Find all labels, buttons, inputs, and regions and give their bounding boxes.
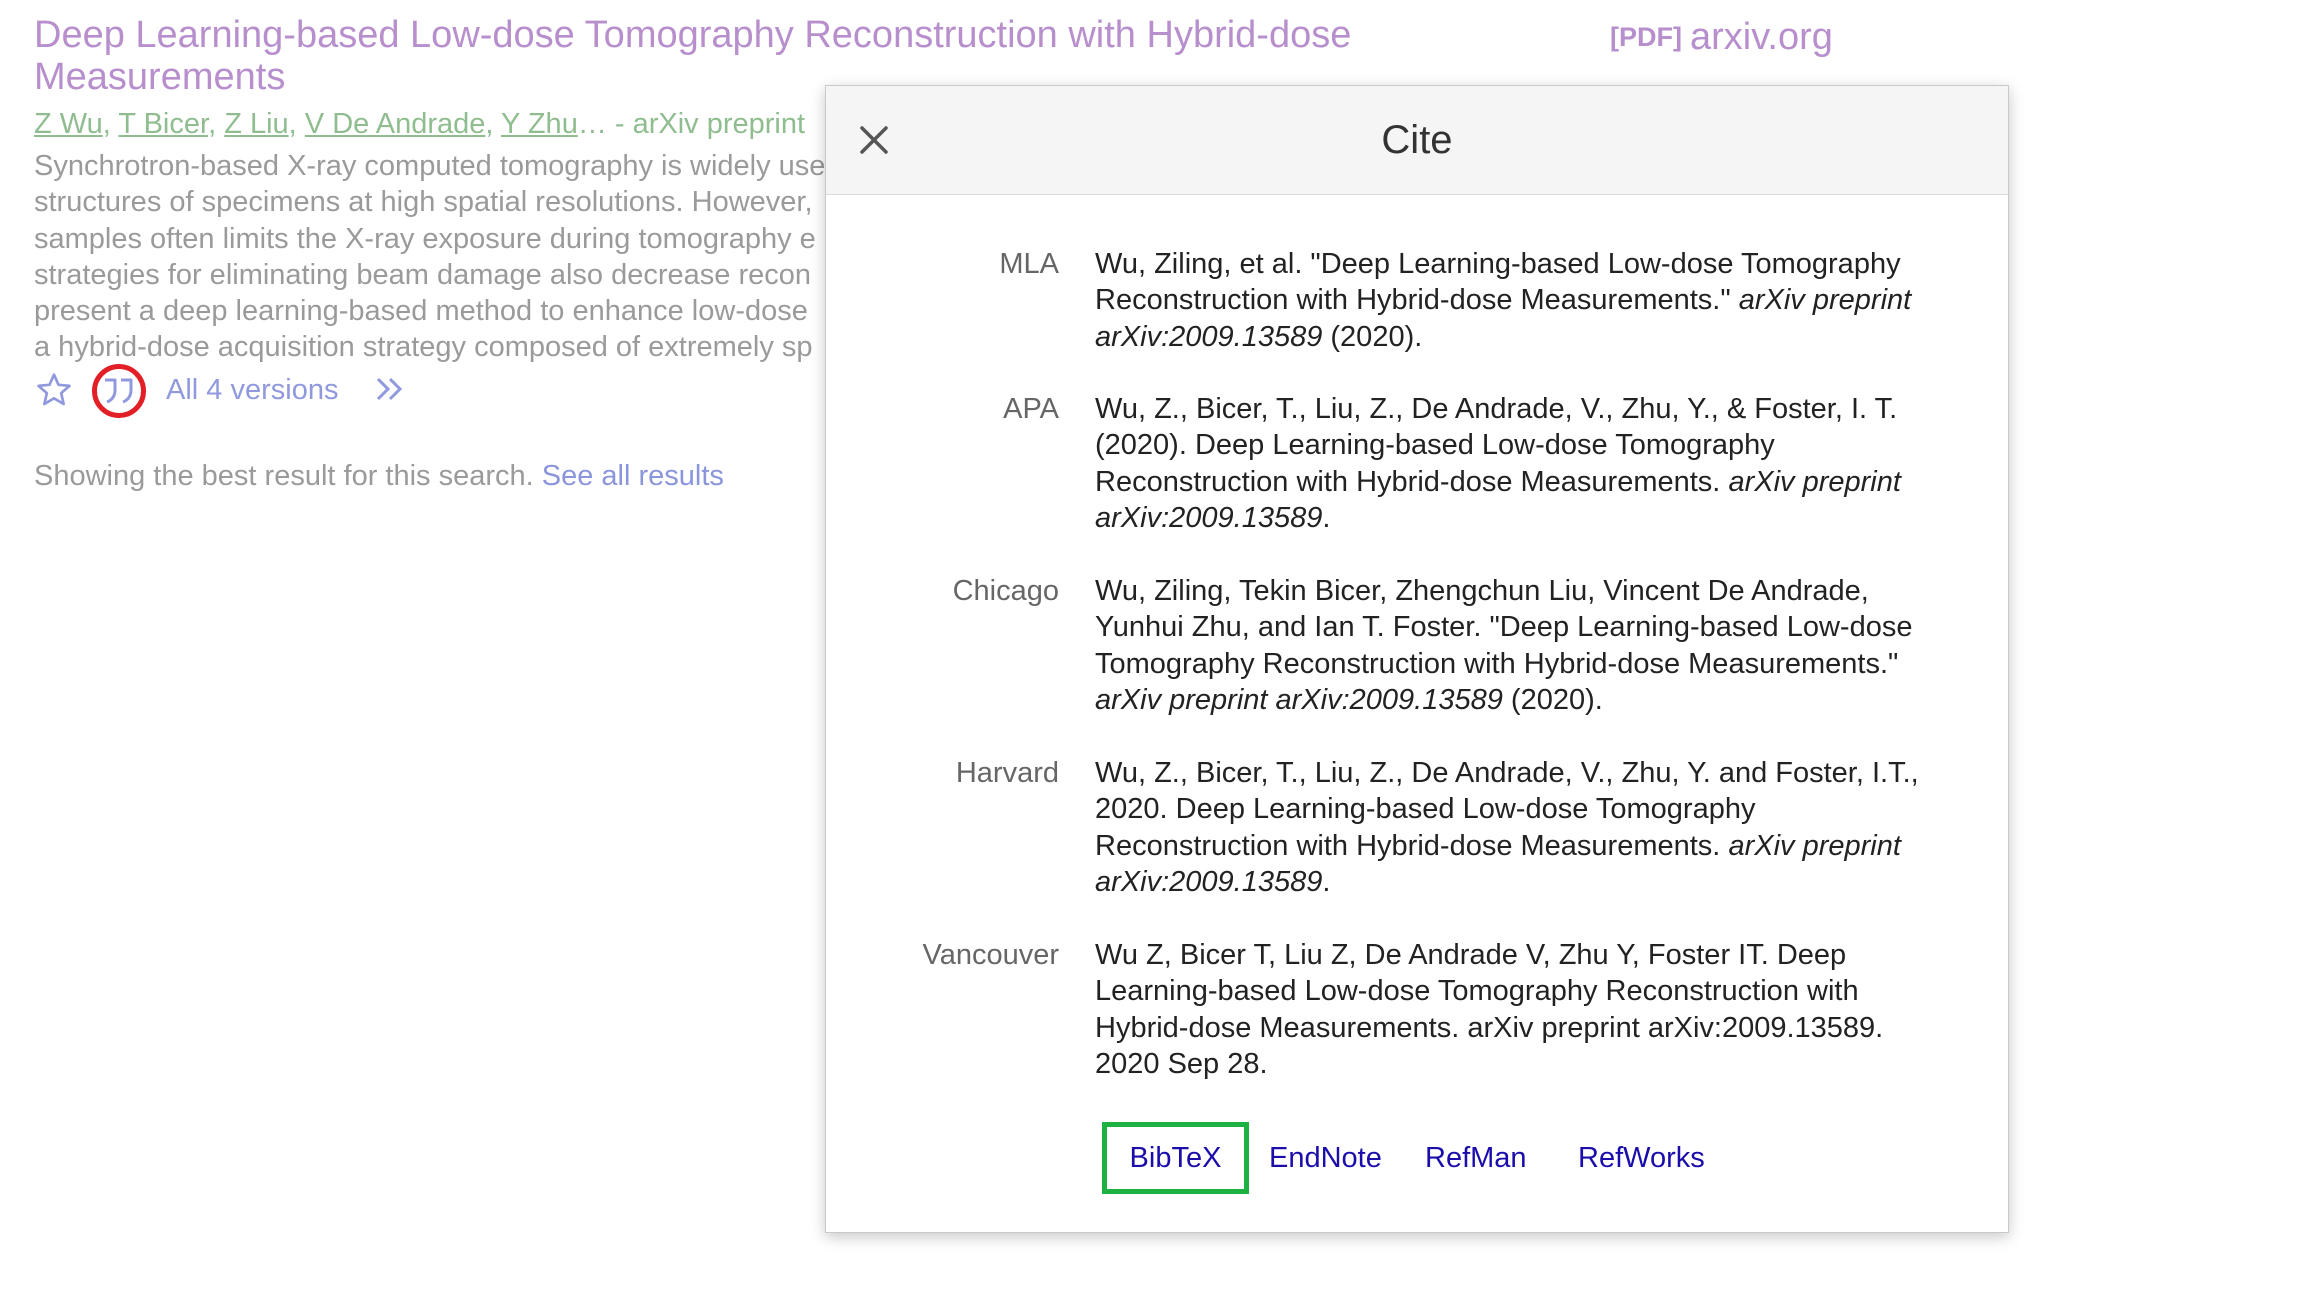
result-actions: All 4 versions xyxy=(34,364,834,418)
result-authors: Z Wu, T Bicer, Z Liu, V De Andrade, Y Zh… xyxy=(34,108,806,140)
star-icon xyxy=(37,373,71,406)
snippet-line: samples often limits the X-ray exposure … xyxy=(34,222,816,255)
related-articles-button[interactable] xyxy=(372,372,412,406)
snippet-line: strategies for eliminating beam damage a… xyxy=(34,258,811,291)
all-versions-link[interactable]: All 4 versions xyxy=(166,372,338,408)
citation-style-label: APA xyxy=(1003,393,1059,425)
citation-row-harvard: Harvard Wu, Z., Bicer, T., Liu, Z., De A… xyxy=(826,755,2008,937)
snippet-line: present a deep learning-based method to … xyxy=(34,295,808,328)
result-snippet: Synchrotron-based X-ray computed tomogra… xyxy=(34,148,829,366)
refworks-export-link[interactable]: RefWorks xyxy=(1578,1140,1705,1176)
citation-row-vancouver: Vancouver Wu Z, Bicer T, Liu Z, De Andra… xyxy=(826,937,2008,1119)
citation-row-apa: APA Wu, Z., Bicer, T., Liu, Z., De Andra… xyxy=(826,391,2008,573)
showing-best-result: Showing the best result for this search.… xyxy=(34,458,724,494)
snippet-line: Synchrotron-based X-ray computed tomogra… xyxy=(34,150,829,182)
citation-segment: (2020). xyxy=(1502,683,1603,716)
snippet-line: structures of specimens at high spatial … xyxy=(34,186,813,219)
author-link[interactable]: Z Wu xyxy=(34,108,103,140)
citation-text[interactable]: Wu, Z., Bicer, T., Liu, Z., De Andrade, … xyxy=(1095,755,1925,937)
double-chevron-icon xyxy=(376,377,403,401)
save-star-button[interactable] xyxy=(34,370,74,410)
citation-style-label: Harvard xyxy=(955,757,1059,789)
citation-segment: . xyxy=(1322,501,1331,534)
citation-row-chicago: Chicago Wu, Ziling, Tekin Bicer, Zhengch… xyxy=(826,573,2008,755)
cite-dialog-title: Cite xyxy=(1381,118,1453,162)
refman-export-link[interactable]: RefMan xyxy=(1425,1140,1527,1176)
quote-icon xyxy=(105,378,133,404)
citation-text[interactable]: Wu Z, Bicer T, Liu Z, De Andrade V, Zhu … xyxy=(1095,937,1925,1119)
citation-style-label: MLA xyxy=(999,248,1059,280)
citation-text[interactable]: Wu, Ziling, et al. "Deep Learning-based … xyxy=(1095,246,1925,391)
cite-button[interactable] xyxy=(92,364,146,418)
author-link[interactable]: V De Andrade xyxy=(305,108,486,140)
see-all-results-link[interactable]: See all results xyxy=(542,460,724,492)
citation-segment: (2020). xyxy=(1322,320,1423,353)
cite-dialog: Cite MLA Wu, Ziling, et al. "Deep Learni… xyxy=(825,85,2009,1233)
citation-style-label: Chicago xyxy=(952,575,1059,607)
cite-dialog-header: Cite xyxy=(826,86,2008,195)
citation-text[interactable]: Wu, Ziling, Tekin Bicer, Zhengchun Liu, … xyxy=(1095,573,1925,755)
author-link[interactable]: T Bicer xyxy=(118,108,208,140)
author-link[interactable]: Y Zhu xyxy=(501,108,578,140)
citation-segment: . xyxy=(1322,865,1331,898)
citation-segment: Wu, Ziling, Tekin Bicer, Zhengchun Liu, … xyxy=(1095,575,1913,680)
pdf-tag: [PDF] xyxy=(1610,22,1682,52)
citation-style-label: Vancouver xyxy=(922,939,1060,971)
citation-row-mla: MLA Wu, Ziling, et al. "Deep Learning-ba… xyxy=(826,246,2008,391)
pdf-source: arxiv.org xyxy=(1689,16,1833,58)
citation-segment: Wu Z, Bicer T, Liu Z, De Andrade V, Zhu … xyxy=(1095,939,1884,1080)
endnote-export-link[interactable]: EndNote xyxy=(1269,1140,1382,1176)
authors-suffix: … - arXiv preprint xyxy=(577,108,806,140)
citation-list: MLA Wu, Ziling, et al. "Deep Learning-ba… xyxy=(826,246,2008,1119)
citation-journal: arXiv preprint arXiv:2009.13589 xyxy=(1095,683,1503,716)
author-link[interactable]: Z Liu xyxy=(224,108,288,140)
showing-text: Showing the best result for this search. xyxy=(34,460,534,492)
citation-text[interactable]: Wu, Z., Bicer, T., Liu, Z., De Andrade, … xyxy=(1095,391,1925,573)
bibtex-export-link[interactable]: BibTeX xyxy=(1102,1122,1249,1194)
pdf-link[interactable]: [PDF] arxiv.org xyxy=(1610,16,1833,58)
snippet-line: a hybrid-dose acquisition strategy compo… xyxy=(34,331,813,364)
